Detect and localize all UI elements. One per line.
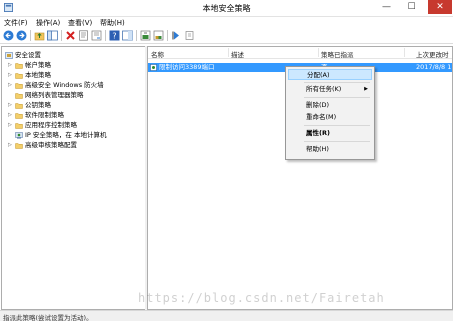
security-settings-icon — [5, 52, 13, 59]
folder-icon — [15, 73, 23, 79]
create-ip-policy-icon[interactable] — [140, 30, 151, 41]
tree-item-label: 安全设置 — [15, 51, 41, 59]
menu-file[interactable]: 文件(F) — [4, 18, 28, 28]
folder-icon — [15, 103, 23, 109]
tree-item-label: 帐户策略 — [25, 61, 51, 69]
context-menu: 分配(A) 所有任务(K) ▶ 删除(D) 重命名(M) 属性(R) 帮助(H) — [285, 66, 375, 160]
menu-separator — [304, 141, 370, 142]
column-divider[interactable] — [228, 48, 229, 57]
maximize-button[interactable]: ☐ — [403, 0, 420, 14]
menu-item-all-tasks[interactable]: 所有任务(K) ▶ — [288, 84, 372, 95]
menu-item-label: 重命名(M) — [306, 113, 337, 121]
column-header-name[interactable]: 名称 — [151, 49, 164, 59]
expand-arrow-icon[interactable]: ▷ — [8, 111, 12, 120]
help-icon[interactable]: ? — [109, 30, 120, 41]
tree-item-label: 高级安全 Windows 防火墙 — [25, 81, 104, 89]
up-folder-icon[interactable] — [34, 30, 45, 41]
menu-action[interactable]: 操作(A) — [36, 18, 60, 28]
close-button[interactable]: ✕ — [428, 0, 452, 14]
console-tree-icon[interactable] — [47, 30, 58, 41]
toolbar-separator — [30, 30, 31, 41]
toolbar-separator — [167, 30, 168, 41]
menu-item-delete[interactable]: 删除(D) — [288, 100, 372, 111]
expand-arrow-icon[interactable]: ▷ — [8, 81, 12, 90]
tree-item-label: 公钥策略 — [25, 101, 51, 109]
menu-item-label: 所有任务(K) — [306, 85, 342, 93]
menu-item-rename[interactable]: 重命名(M) — [288, 112, 372, 123]
title-bar: 本地安全策略 — ☐ ✕ — [0, 0, 453, 17]
menu-item-properties[interactable]: 属性(R) — [288, 128, 372, 139]
assign-policy-icon[interactable] — [171, 30, 182, 41]
folder-icon — [15, 143, 23, 149]
menu-view[interactable]: 查看(V) — [68, 18, 92, 28]
menu-separator — [304, 125, 370, 126]
menu-item-help[interactable]: 帮助(H) — [288, 144, 372, 155]
properties-icon[interactable] — [78, 30, 89, 41]
column-divider[interactable] — [318, 48, 319, 57]
tree-item-label: 高级审核策略配置 — [25, 141, 77, 149]
folder-icon — [15, 113, 23, 119]
expand-arrow-icon[interactable]: ▷ — [8, 141, 12, 150]
policy-modified: 2017/8/8 1 — [416, 63, 452, 71]
tree-item-label: 本地策略 — [25, 71, 51, 79]
unassign-policy-icon[interactable] — [184, 30, 195, 41]
column-divider[interactable] — [404, 48, 405, 57]
expand-arrow-icon[interactable]: ▷ — [8, 101, 12, 110]
console-tree: 安全设置 ▷ 帐户策略 ▷ 本地策略 ▷ 高级安全 Windows 防火墙 网络… — [1, 46, 146, 310]
menu-separator — [304, 97, 370, 98]
delete-icon[interactable] — [65, 30, 76, 41]
expand-arrow-icon[interactable]: ▷ — [8, 61, 12, 70]
folder-icon — [15, 63, 23, 69]
svg-text:?: ? — [112, 32, 116, 41]
menu-item-label: 分配(A) — [307, 71, 330, 79]
manage-filter-lists-icon[interactable] — [153, 30, 164, 41]
tree-item-label: 软件限制策略 — [25, 111, 64, 119]
refresh-icon[interactable] — [91, 30, 102, 41]
minimize-button[interactable]: — — [378, 0, 395, 14]
column-header-description[interactable]: 描述 — [231, 49, 244, 59]
policy-name: 限制访问3389端口 — [159, 63, 215, 71]
folder-icon — [15, 123, 23, 129]
menu-item-label: 帮助(H) — [306, 145, 329, 153]
menu-help[interactable]: 帮助(H) — [100, 18, 125, 28]
menu-item-label: 删除(D) — [306, 101, 330, 109]
watermark-text: https://blog.csdn.net/Fairetah — [138, 291, 385, 305]
menu-bar: 文件(F) 操作(A) 查看(V) 帮助(H) — [0, 17, 453, 28]
expand-arrow-icon[interactable]: ▷ — [8, 121, 12, 130]
menu-separator — [304, 82, 370, 83]
folder-icon — [15, 83, 23, 89]
ip-security-icon — [15, 132, 23, 139]
column-header-assigned[interactable]: 策略已指派 — [321, 49, 354, 59]
menu-item-assign[interactable]: 分配(A) — [288, 69, 372, 80]
tree-item-label: 网络列表管理器策略 — [25, 91, 84, 99]
toolbar-separator — [61, 30, 62, 41]
back-icon[interactable] — [3, 30, 14, 41]
tree-item-label: IP 安全策略，在 本地计算机 — [25, 131, 107, 139]
toolbar-separator — [105, 30, 106, 41]
toolbar: ? — [0, 28, 453, 44]
toolbar-separator — [136, 30, 137, 41]
column-header-row: 名称 描述 策略已指派 上次更改时 — [148, 47, 452, 59]
show-hide-action-pane-icon[interactable] — [122, 30, 133, 41]
status-bar: 指派此策略(尝试设置为活动)。 — [0, 310, 453, 322]
forward-icon[interactable] — [16, 30, 27, 41]
ip-policy-icon — [150, 64, 157, 71]
expand-arrow-icon[interactable]: ▷ — [8, 71, 12, 80]
menu-item-label: 属性(R) — [306, 129, 330, 137]
submenu-arrow-icon: ▶ — [364, 86, 368, 92]
tree-item-label: 应用程序控制策略 — [25, 121, 77, 129]
folder-icon — [15, 93, 23, 99]
column-header-modified[interactable]: 上次更改时 — [416, 49, 449, 59]
status-text: 指派此策略(尝试设置为活动)。 — [3, 314, 93, 322]
